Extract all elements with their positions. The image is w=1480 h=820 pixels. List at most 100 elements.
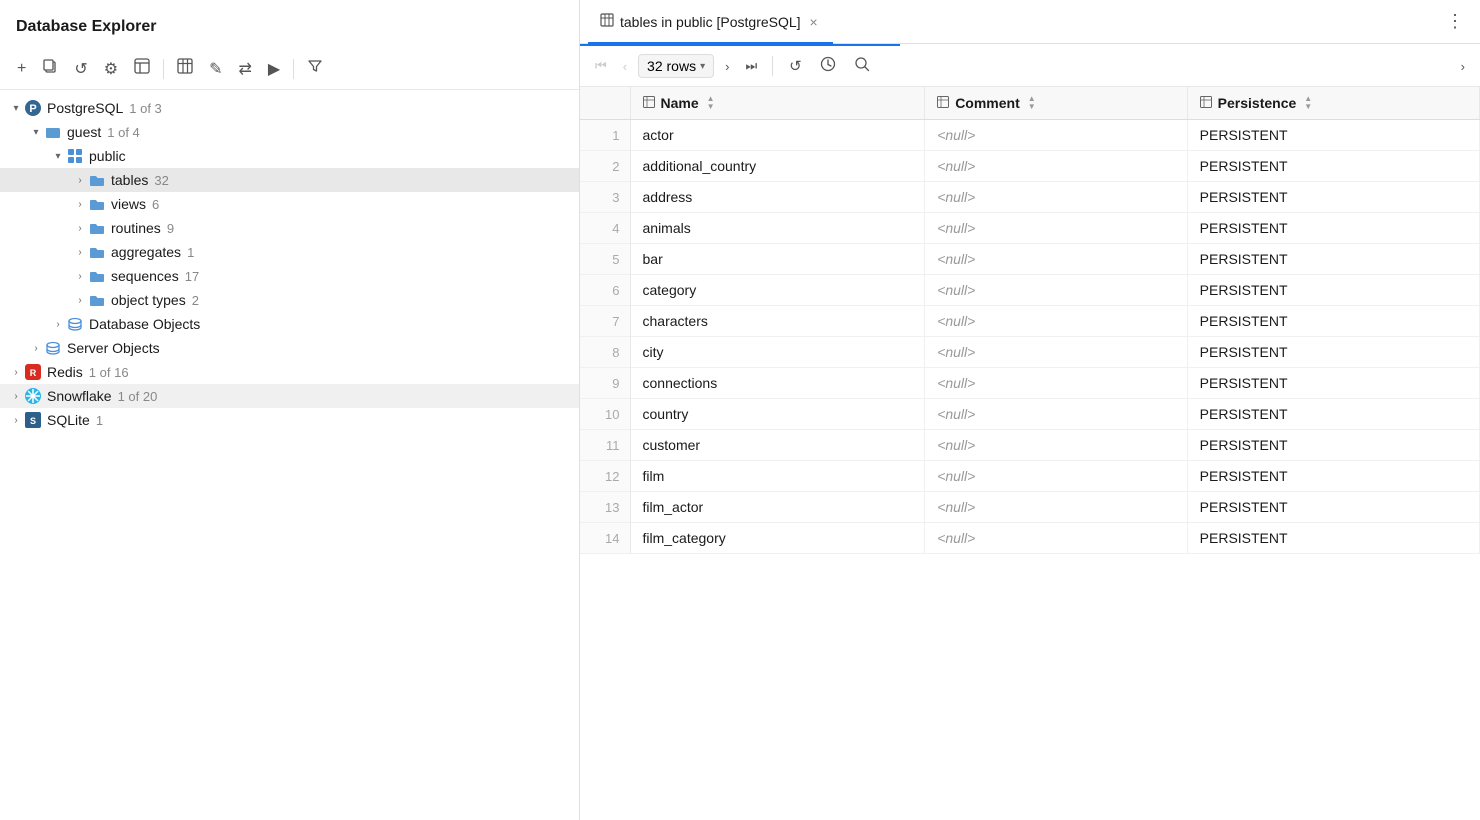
prev-page-button[interactable]: ‹ xyxy=(618,56,632,77)
tree-item-tables[interactable]: › tables 32 xyxy=(0,168,579,192)
tree-item-snowflake[interactable]: › Snowflake 1 of 20 xyxy=(0,384,579,408)
postgres-icon: P xyxy=(24,99,42,117)
rows-selector[interactable]: 32 rows ▾ xyxy=(638,54,714,78)
refresh-button[interactable]: ↺ xyxy=(69,55,92,83)
table-row[interactable]: 11customer<null>PERSISTENT xyxy=(580,430,1480,461)
cell-comment: <null> xyxy=(925,275,1187,306)
table-row[interactable]: 8city<null>PERSISTENT xyxy=(580,337,1480,368)
scroll-right-button[interactable]: › xyxy=(1456,56,1470,77)
next-page-button[interactable]: › xyxy=(720,56,734,77)
tables-badge: 32 xyxy=(154,173,168,188)
toolbar: + ↺ ⚙ xyxy=(0,48,579,90)
views-folder-icon xyxy=(88,195,106,213)
database-objects-label: Database Objects xyxy=(89,316,200,332)
table-row[interactable]: 3address<null>PERSISTENT xyxy=(580,182,1480,213)
tables-folder-icon xyxy=(88,171,106,189)
tab-close-button[interactable]: × xyxy=(807,14,821,30)
tree-item-object-types[interactable]: › object types 2 xyxy=(0,288,579,312)
server-objects-icon xyxy=(44,339,62,357)
tree-item-public[interactable]: ▾ public xyxy=(0,144,579,168)
transfer-button[interactable]: ⇄ xyxy=(234,55,257,83)
table-row[interactable]: 4animals<null>PERSISTENT xyxy=(580,213,1480,244)
chevron-right-icon: › xyxy=(8,364,24,380)
cell-comment: <null> xyxy=(925,461,1187,492)
table-row[interactable]: 13film_actor<null>PERSISTENT xyxy=(580,492,1480,523)
sequences-badge: 17 xyxy=(185,269,199,284)
tree-item-postgres[interactable]: ▾ P PostgreSQL 1 of 3 xyxy=(0,96,579,120)
cell-rownum: 14 xyxy=(580,523,630,554)
add-button[interactable]: + xyxy=(12,56,31,82)
search-button[interactable] xyxy=(848,52,876,80)
tree-item-sequences[interactable]: › sequences 17 xyxy=(0,264,579,288)
tab-more-button[interactable]: ⋮ xyxy=(1438,0,1472,43)
edit-button[interactable]: ✎ xyxy=(204,55,227,83)
table-row[interactable]: 2additional_country<null>PERSISTENT xyxy=(580,151,1480,182)
run-button[interactable]: ▶ xyxy=(263,55,285,83)
settings-button[interactable]: ⚙ xyxy=(99,55,123,83)
table-header-row: Name ▲▼ xyxy=(580,87,1480,120)
copy-icon xyxy=(42,58,58,79)
history-button[interactable] xyxy=(814,52,842,80)
cell-name: film_category xyxy=(630,523,925,554)
cell-comment: <null> xyxy=(925,430,1187,461)
search-icon xyxy=(854,59,870,76)
routines-label: routines xyxy=(111,220,161,236)
tab-bar: tables in public [PostgreSQL] × ⋮ xyxy=(580,0,1480,44)
sqlite-label: SQLite xyxy=(47,412,90,428)
next-icon: › xyxy=(725,59,729,74)
last-page-button[interactable]: ⏭ xyxy=(740,55,762,77)
views-badge: 6 xyxy=(152,197,159,212)
table-container[interactable]: Name ▲▼ xyxy=(580,87,1480,820)
tree-item-aggregates[interactable]: › aggregates 1 xyxy=(0,240,579,264)
table-row[interactable]: 6category<null>PERSISTENT xyxy=(580,275,1480,306)
table-row[interactable]: 10country<null>PERSISTENT xyxy=(580,399,1480,430)
tree-item-database-objects[interactable]: › Database Objects xyxy=(0,312,579,336)
cell-rownum: 4 xyxy=(580,213,630,244)
copy-button[interactable] xyxy=(37,54,63,83)
chevron-down-icon: ▾ xyxy=(700,61,705,72)
table-row[interactable]: 5bar<null>PERSISTENT xyxy=(580,244,1480,275)
guest-label: guest xyxy=(67,124,101,140)
chevron-right-icon: › xyxy=(72,220,88,236)
table-row[interactable]: 14film_category<null>PERSISTENT xyxy=(580,523,1480,554)
tab-table-icon xyxy=(600,13,614,30)
table-row[interactable]: 7characters<null>PERSISTENT xyxy=(580,306,1480,337)
tree-item-routines[interactable]: › routines 9 xyxy=(0,216,579,240)
cell-rownum: 11 xyxy=(580,430,630,461)
col-persistence[interactable]: Persistence ▲▼ xyxy=(1187,87,1479,120)
panel-title: Database Explorer xyxy=(0,0,579,48)
ui-button[interactable] xyxy=(129,54,155,83)
cell-name: film xyxy=(630,461,925,492)
tree-item-views[interactable]: › views 6 xyxy=(0,192,579,216)
table-button[interactable] xyxy=(172,54,198,83)
table-row[interactable]: 1actor<null>PERSISTENT xyxy=(580,120,1480,151)
table-row[interactable]: 12film<null>PERSISTENT xyxy=(580,461,1480,492)
object-types-badge: 2 xyxy=(192,293,199,308)
snowflake-badge: 1 of 20 xyxy=(118,389,158,404)
cell-persistence: PERSISTENT xyxy=(1187,523,1479,554)
cell-rownum: 8 xyxy=(580,337,630,368)
folder-blue-icon xyxy=(44,123,62,141)
refresh-data-button[interactable]: ↺ xyxy=(783,53,808,79)
tree-item-redis[interactable]: › R Redis 1 of 16 xyxy=(0,360,579,384)
active-tab[interactable]: tables in public [PostgreSQL] × xyxy=(588,1,833,44)
cell-comment: <null> xyxy=(925,306,1187,337)
col-comment[interactable]: Comment ▲▼ xyxy=(925,87,1187,120)
filter-button[interactable] xyxy=(302,54,328,83)
first-page-button[interactable]: ⏮ xyxy=(590,55,612,77)
cell-name: characters xyxy=(630,306,925,337)
tree-item-sqlite[interactable]: › S SQLite 1 xyxy=(0,408,579,432)
public-label: public xyxy=(89,148,126,164)
sort-arrows-name: ▲▼ xyxy=(707,95,715,111)
separator xyxy=(772,56,773,76)
tree-item-guest[interactable]: ▾ guest 1 of 4 xyxy=(0,120,579,144)
table-row[interactable]: 9connections<null>PERSISTENT xyxy=(580,368,1480,399)
col-name[interactable]: Name ▲▼ xyxy=(630,87,925,120)
tree-item-server-objects[interactable]: › Server Objects xyxy=(0,336,579,360)
views-label: views xyxy=(111,196,146,212)
cell-persistence: PERSISTENT xyxy=(1187,337,1479,368)
tree: ▾ P PostgreSQL 1 of 3 ▾ guest 1 of 4 xyxy=(0,90,579,820)
cell-persistence: PERSISTENT xyxy=(1187,213,1479,244)
cell-persistence: PERSISTENT xyxy=(1187,306,1479,337)
cell-comment: <null> xyxy=(925,120,1187,151)
